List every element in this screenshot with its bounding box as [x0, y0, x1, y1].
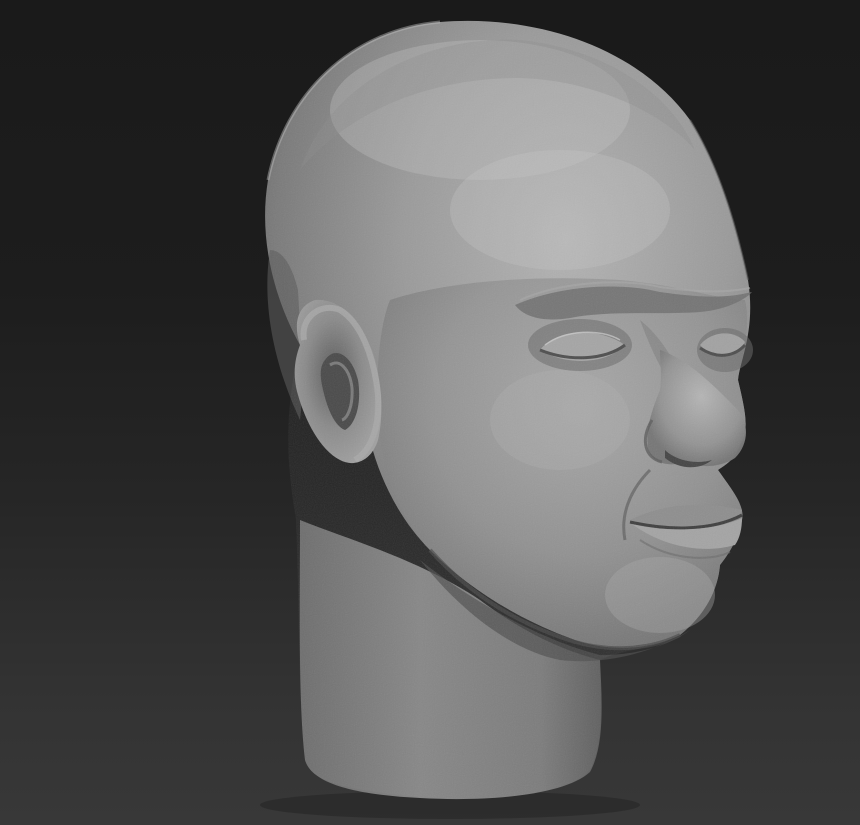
sculpt-render — [260, 20, 753, 819]
sculpt-viewport — [0, 0, 860, 825]
